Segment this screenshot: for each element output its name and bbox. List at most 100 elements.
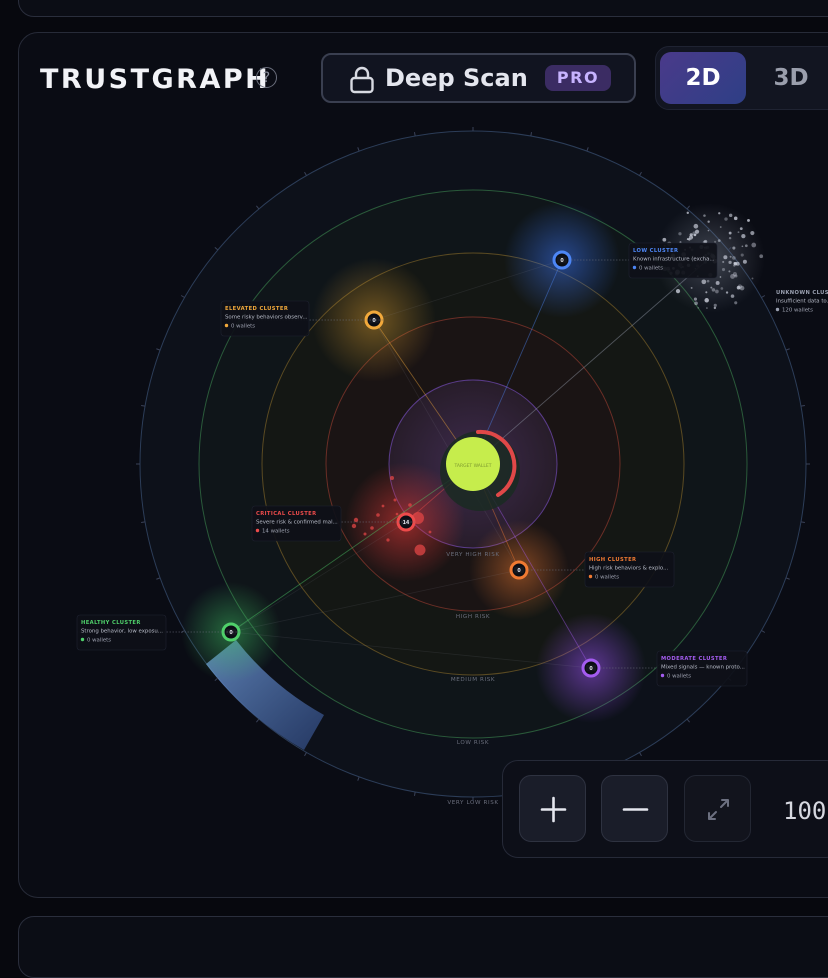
critical-cluster-tooltip[interactable]: CRITICAL CLUSTER Severe risk & confirmed … — [251, 505, 342, 542]
low-cluster-wallets: 0 wallets — [639, 266, 663, 272]
unknown-wallet-point — [711, 288, 716, 292]
unknown-wallet-point — [724, 217, 728, 221]
unknown-wallet-point — [707, 229, 710, 232]
unknown-wallet-point — [734, 301, 738, 305]
healthy-cluster-description: Strong behavior, low exposu... — [81, 629, 163, 635]
unknown-wallet-point — [730, 294, 735, 298]
critical-wallet-point — [363, 532, 367, 536]
elevated-cluster-description: Some risky behaviors observ... — [225, 315, 308, 321]
unknown-wallet-point — [692, 231, 697, 236]
critical-wallet-point — [370, 526, 374, 530]
low-cluster-description: Known infrastructure (excha... — [633, 257, 715, 263]
unknown-wallet-point — [723, 255, 728, 260]
zoom-out-button[interactable] — [601, 775, 668, 842]
unknown-wallet-point — [706, 279, 710, 283]
high-cluster-tooltip[interactable]: HIGH CLUSTER High risk behaviors & explo.… — [584, 551, 675, 588]
critical-wallet-point — [381, 504, 385, 508]
unknown-wallet-point — [706, 307, 708, 309]
moderate-cluster-tooltip[interactable]: MODERATE CLUSTER Mixed signals — known pr… — [656, 650, 748, 687]
high-cluster-wallets: 0 wallets — [595, 575, 619, 581]
zoom-in-button[interactable] — [519, 775, 586, 842]
unknown-cluster-title: UNKNOWN CLUSTER — [776, 290, 828, 296]
high-cluster-description: High risk behaviors & explo... — [589, 566, 669, 572]
ring-label-medium-risk: MEDIUM RISK — [451, 677, 495, 683]
minus-icon — [622, 808, 649, 811]
unknown-wallet-point — [728, 213, 733, 218]
critical-wallet-point — [376, 513, 380, 517]
unknown-wallet-point — [675, 289, 681, 294]
unknown-wallet-point — [713, 306, 717, 310]
unknown-wallet-point — [739, 227, 743, 231]
critical-wallet-point — [428, 530, 432, 534]
unknown-wallet-point — [719, 276, 722, 278]
unknown-wallet-point — [751, 242, 757, 248]
unknown-wallet-point — [705, 291, 708, 294]
unknown-wallet-point — [701, 279, 707, 285]
critical-wallet-point — [408, 503, 412, 507]
unknown-wallet-point — [741, 245, 744, 248]
elevated-cluster-tooltip[interactable]: ELEVATED CLUSTER Some risky behaviors obs… — [220, 300, 310, 337]
unknown-wallet-point — [718, 212, 721, 215]
elevated-cluster-wallets: 0 wallets — [231, 324, 255, 330]
high-cluster-node[interactable]: 0 — [509, 560, 529, 580]
unknown-wallet-point — [747, 218, 750, 222]
unknown-wallet-point — [694, 301, 698, 306]
unknown-wallet-point — [691, 236, 694, 238]
expand-icon — [708, 799, 729, 820]
unknown-wallet-point — [733, 261, 737, 265]
unknown-wallet-point — [737, 231, 740, 234]
unknown-cluster-description: Insufficient data to... — [776, 299, 828, 305]
unknown-wallet-point — [715, 280, 720, 285]
healthy-cluster-tooltip[interactable]: HEALTHY CLUSTER Strong behavior, low expo… — [76, 614, 167, 651]
unknown-wallet-point — [733, 216, 738, 221]
unknown-wallet-point — [722, 260, 725, 264]
unknown-wallet-point — [707, 220, 710, 223]
critical-wallet-point — [414, 544, 426, 556]
unknown-wallet-point — [725, 291, 729, 294]
moderate-cluster-wallets: 0 wallets — [667, 674, 691, 680]
healthy-cluster-title: HEALTHY CLUSTER — [81, 620, 141, 626]
critical-cluster-count: 14 — [403, 520, 410, 526]
low-cluster-tooltip[interactable]: LOW CLUSTER Known infrastructure (excha..… — [628, 242, 718, 279]
critical-wallet-point — [395, 512, 399, 516]
critical-wallet-point — [393, 498, 397, 502]
fit-view-button[interactable] — [684, 775, 751, 842]
critical-wallet-point — [386, 538, 390, 542]
critical-cluster-description: Severe risk & confirmed mal... — [256, 520, 338, 526]
unknown-wallet-point — [741, 233, 746, 239]
unknown-wallet-point — [721, 267, 726, 272]
unknown-wallet-point — [686, 211, 689, 215]
unknown-wallet-point — [732, 272, 737, 277]
critical-wallet-point — [353, 517, 359, 523]
unknown-wallet-point — [693, 223, 699, 229]
unknown-wallet-point — [713, 303, 717, 307]
unknown-wallet-point — [740, 253, 744, 257]
unknown-wallet-point — [720, 287, 724, 290]
unknown-wallet-point — [714, 240, 717, 243]
unknown-wallet-point — [742, 259, 747, 264]
ring-label-very-high-risk: VERY HIGH RISK — [446, 552, 499, 558]
unknown-cluster-tooltip[interactable]: UNKNOWN CLUSTER Insufficient data to... 12… — [775, 290, 828, 314]
critical-wallet-point — [390, 476, 394, 480]
zoom-controls: 100 — [502, 760, 828, 858]
bottom-card — [18, 916, 828, 978]
unknown-cluster-wallets: 120 wallets — [782, 308, 813, 314]
unknown-wallet-point — [744, 244, 748, 248]
target-wallet-label: TARGET WALLET — [453, 463, 491, 469]
low-cluster-node[interactable]: 0 — [552, 250, 572, 270]
plus-icon — [540, 796, 567, 823]
unknown-wallet-point — [690, 286, 693, 289]
high-cluster-title: HIGH CLUSTER — [589, 557, 636, 563]
unknown-wallet-point — [751, 277, 754, 280]
unknown-wallet-point — [662, 237, 667, 242]
unknown-wallet-point — [697, 306, 700, 309]
unknown-wallet-point — [717, 239, 721, 242]
critical-wallet-point — [351, 523, 357, 529]
zoom-percent: 100 — [783, 797, 827, 825]
healthy-cluster-wallets: 0 wallets — [87, 638, 111, 644]
target-node[interactable]: TARGET WALLET — [440, 429, 520, 511]
unknown-wallet-point — [704, 298, 709, 303]
moderate-cluster-node[interactable]: 0 — [581, 658, 601, 678]
unknown-wallet-point — [732, 256, 736, 260]
critical-cluster-wallets: 14 wallets — [262, 529, 290, 535]
